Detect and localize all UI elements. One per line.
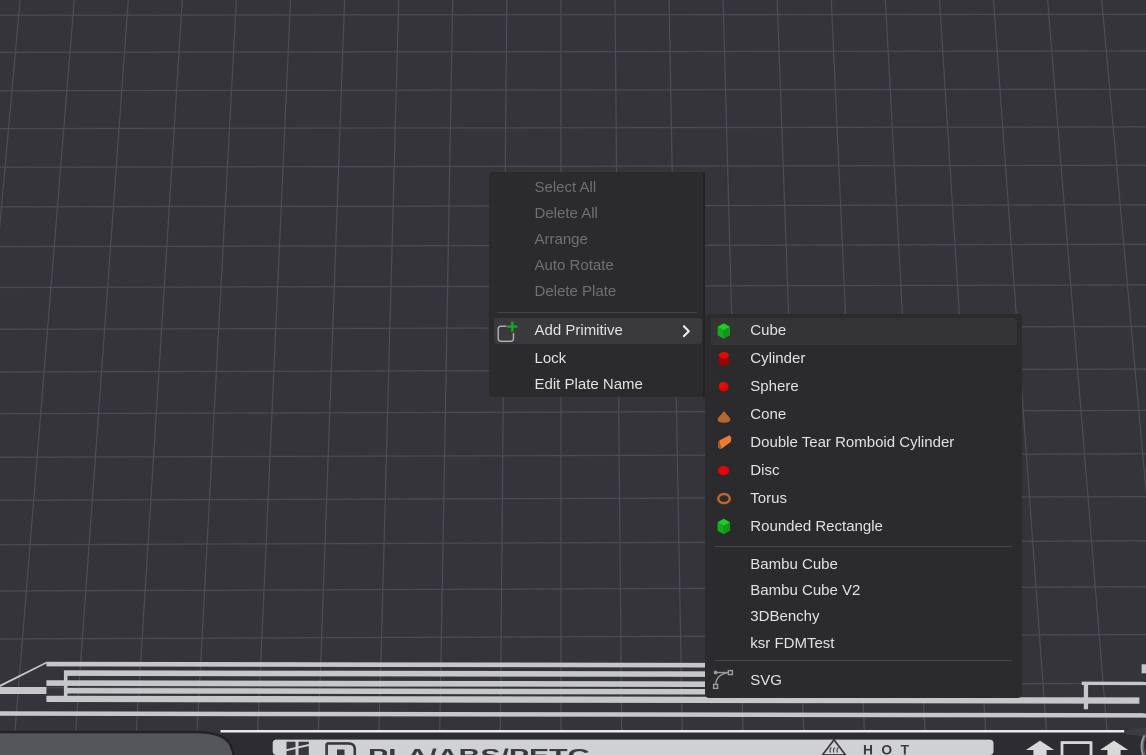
svg-text:HOT: HOT — [863, 742, 910, 755]
svg-text:PLA/ABS/PETG: PLA/ABS/PETG — [368, 745, 591, 755]
